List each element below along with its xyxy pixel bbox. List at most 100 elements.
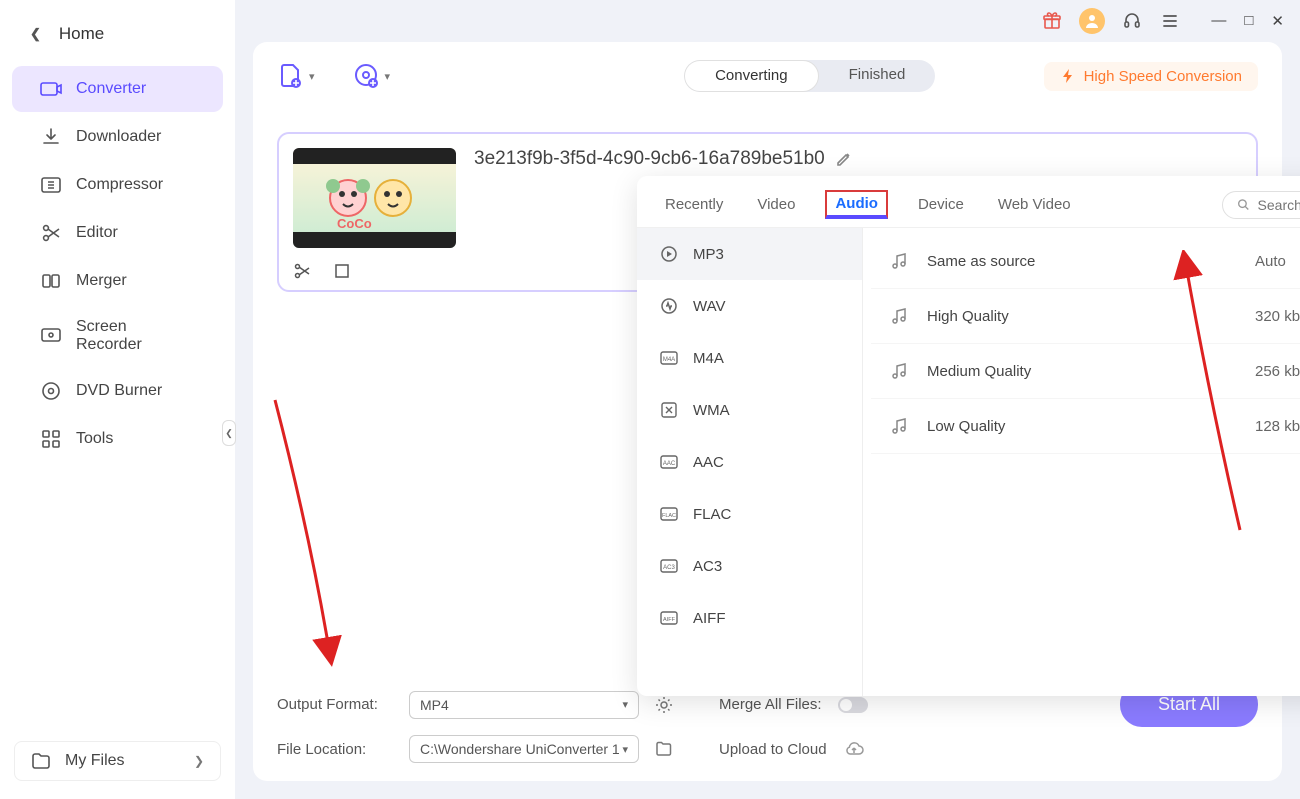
nav-screen-recorder[interactable]: Screen Recorder bbox=[12, 306, 223, 366]
popup-tab-audio[interactable]: Audio bbox=[825, 190, 888, 219]
my-files-button[interactable]: My Files ❯ bbox=[14, 741, 221, 781]
trim-icon[interactable] bbox=[293, 262, 311, 280]
audio-icon: AC3 bbox=[659, 556, 679, 576]
bolt-icon bbox=[1060, 68, 1076, 84]
format-item-mp3[interactable]: MP3 bbox=[637, 228, 862, 280]
format-label: M4A bbox=[693, 350, 724, 367]
format-item-aac[interactable]: AACAAC bbox=[637, 436, 862, 488]
quality-item-high[interactable]: High Quality320 kbps bbox=[871, 289, 1300, 344]
nav-dvd-burner[interactable]: DVD Burner bbox=[12, 368, 223, 414]
nav-downloader[interactable]: Downloader bbox=[12, 114, 223, 160]
format-item-flac[interactable]: FLAC FLAC bbox=[637, 488, 862, 540]
chevron-right-icon: ❯ bbox=[194, 754, 204, 768]
format-label: AC3 bbox=[693, 558, 722, 575]
quality-item-same[interactable]: Same as source Auto bbox=[871, 234, 1300, 289]
quality-item-low[interactable]: Low Quality128 kbps bbox=[871, 399, 1300, 454]
audio-icon: M4A bbox=[659, 348, 679, 368]
video-thumbnail[interactable]: CoCo bbox=[293, 148, 456, 248]
format-item-wma[interactable]: WMA bbox=[637, 384, 862, 436]
user-avatar[interactable] bbox=[1079, 8, 1105, 34]
sidebar-collapse-handle[interactable]: ❮ bbox=[222, 420, 236, 446]
nav-label: Compressor bbox=[76, 176, 163, 194]
folder-icon bbox=[31, 752, 51, 770]
open-folder-icon[interactable] bbox=[655, 741, 673, 757]
crop-icon[interactable] bbox=[333, 262, 351, 280]
quality-rate: 320 kbps bbox=[1255, 308, 1300, 325]
main-area: — □ ✕ ▾ ▾ Converting Finished bbox=[235, 0, 1300, 799]
popup-tab-web[interactable]: Web Video bbox=[994, 193, 1075, 216]
home-label: Home bbox=[59, 24, 104, 44]
merger-icon bbox=[40, 270, 62, 292]
quality-item-medium[interactable]: Medium Quality256 kbps bbox=[871, 344, 1300, 399]
popup-tab-device[interactable]: Device bbox=[914, 193, 968, 216]
close-button[interactable]: ✕ bbox=[1271, 12, 1284, 30]
maximize-button[interactable]: □ bbox=[1244, 12, 1253, 30]
audio-icon: AIFF bbox=[659, 608, 679, 628]
format-item-m4a[interactable]: M4A M4A bbox=[637, 332, 862, 384]
format-item-aiff[interactable]: AIFFAIFF bbox=[637, 592, 862, 644]
svg-text:CoCo: CoCo bbox=[337, 216, 372, 231]
edit-icon[interactable] bbox=[835, 150, 853, 168]
scissors-icon bbox=[40, 222, 62, 244]
merge-label: Merge All Files: bbox=[719, 696, 822, 713]
audio-icon: AAC bbox=[659, 452, 679, 472]
output-format-select[interactable]: MP4 ▾ bbox=[409, 691, 639, 719]
output-format-value: MP4 bbox=[420, 697, 449, 713]
converter-icon bbox=[40, 78, 62, 100]
format-label: WMA bbox=[693, 402, 730, 419]
file-location-value: C:\Wondershare UniConverter 1 bbox=[420, 741, 620, 757]
minimize-button[interactable]: — bbox=[1211, 12, 1226, 30]
add-dvd-button[interactable]: ▾ bbox=[353, 62, 391, 90]
nav-label: DVD Burner bbox=[76, 382, 162, 400]
segmented-status: Converting Finished bbox=[684, 60, 935, 92]
music-icon bbox=[889, 361, 909, 381]
download-icon bbox=[40, 126, 62, 148]
cloud-icon[interactable] bbox=[843, 741, 865, 757]
quality-rate: Auto bbox=[1255, 253, 1300, 270]
popup-search-input[interactable] bbox=[1258, 197, 1300, 213]
window-controls: — □ ✕ bbox=[1211, 12, 1284, 30]
popup-tab-recently[interactable]: Recently bbox=[661, 193, 727, 216]
chevron-down-icon: ▾ bbox=[622, 698, 628, 711]
sidebar: ❮ Home Converter Downloader Compressor E… bbox=[0, 0, 235, 799]
nav-merger[interactable]: Merger bbox=[12, 258, 223, 304]
quality-rate: 128 kbps bbox=[1255, 418, 1300, 435]
high-speed-toggle[interactable]: High Speed Conversion bbox=[1044, 62, 1258, 91]
menu-icon[interactable] bbox=[1159, 10, 1181, 32]
music-icon bbox=[889, 251, 909, 271]
quality-label: Same as source bbox=[927, 253, 1237, 270]
file-location-select[interactable]: C:\Wondershare UniConverter 1 ▾ bbox=[409, 735, 639, 763]
format-label: FLAC bbox=[693, 506, 731, 523]
tab-finished[interactable]: Finished bbox=[819, 60, 936, 92]
nav-label: Converter bbox=[76, 80, 146, 98]
gear-icon[interactable] bbox=[655, 696, 673, 714]
svg-text:AC3: AC3 bbox=[663, 565, 675, 571]
tab-converting[interactable]: Converting bbox=[684, 60, 819, 92]
format-item-wav[interactable]: WAV bbox=[637, 280, 862, 332]
popup-search[interactable] bbox=[1222, 191, 1300, 219]
format-popup: Recently Video Audio Device Web Video MP… bbox=[637, 176, 1300, 696]
popup-tab-video[interactable]: Video bbox=[753, 193, 799, 216]
nav-tools[interactable]: Tools bbox=[12, 416, 223, 462]
nav-label: Editor bbox=[76, 224, 118, 242]
quality-label: Medium Quality bbox=[927, 363, 1237, 380]
nav-converter[interactable]: Converter bbox=[12, 66, 223, 112]
format-item-ac3[interactable]: AC3 AC3 bbox=[637, 540, 862, 592]
nav-editor[interactable]: Editor bbox=[12, 210, 223, 256]
format-list: MP3 WAV M4AM4A WMA AACAAC FLACFLAC AC3AC… bbox=[637, 228, 863, 696]
nav-compressor[interactable]: Compressor bbox=[12, 162, 223, 208]
gift-icon[interactable] bbox=[1041, 10, 1063, 32]
titlebar: — □ ✕ bbox=[235, 0, 1300, 42]
home-button[interactable]: ❮ Home bbox=[0, 10, 235, 58]
merge-toggle[interactable] bbox=[838, 697, 868, 713]
music-icon bbox=[889, 306, 909, 326]
high-speed-label: High Speed Conversion bbox=[1084, 68, 1242, 85]
popup-tabs: Recently Video Audio Device Web Video bbox=[637, 176, 1300, 228]
svg-text:AAC: AAC bbox=[663, 461, 676, 467]
quality-list: Same as sourceAuto High Quality320 kbps … bbox=[863, 228, 1300, 696]
chevron-down-icon: ▾ bbox=[622, 743, 628, 756]
add-file-button[interactable]: ▾ bbox=[277, 62, 315, 90]
headset-icon[interactable] bbox=[1121, 10, 1143, 32]
svg-text:FLAC: FLAC bbox=[662, 513, 676, 519]
nav-label: Downloader bbox=[76, 128, 161, 146]
